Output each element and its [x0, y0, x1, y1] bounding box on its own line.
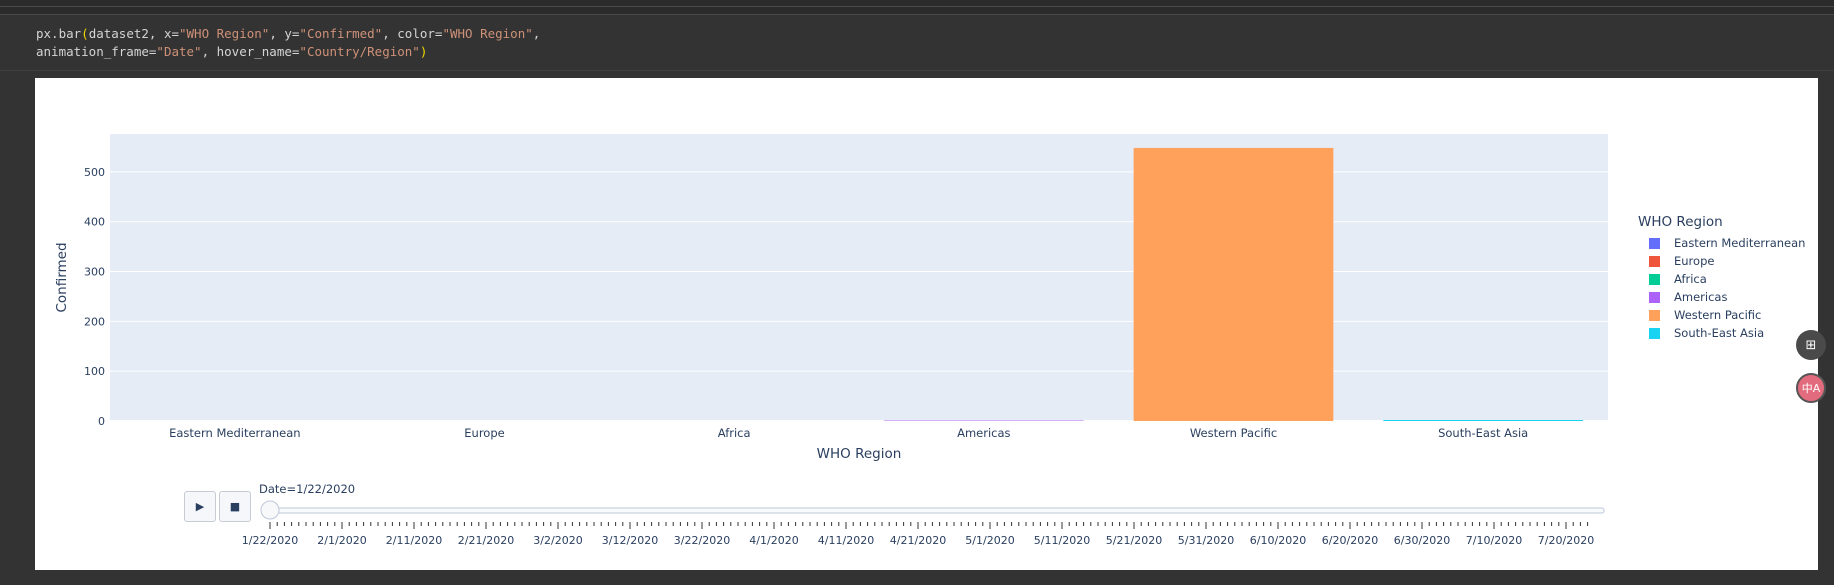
- translate-float-button[interactable]: 中A: [1796, 373, 1826, 403]
- slider-date-label: 6/20/2020: [1322, 534, 1378, 547]
- code-paren: ): [420, 44, 428, 59]
- slider-date-label: 3/22/2020: [674, 534, 730, 547]
- apps-float-button[interactable]: ⊞: [1796, 330, 1826, 360]
- output-area: 0100200300400500Eastern MediterraneanEur…: [35, 78, 1818, 570]
- code-arg: animation_frame=: [36, 44, 156, 59]
- slider-date-label: 5/11/2020: [1034, 534, 1090, 547]
- slider-date-label: 1/22/2020: [242, 534, 298, 547]
- slider-date-label: 6/30/2020: [1394, 534, 1450, 547]
- code-arg: , color=: [382, 26, 442, 41]
- code-string: "WHO Region": [179, 26, 269, 41]
- cell-separator: [0, 70, 1834, 71]
- slider-date-label: 5/1/2020: [965, 534, 1014, 547]
- slider-date-label: 2/11/2020: [386, 534, 442, 547]
- code-arg: dataset2, x=: [89, 26, 179, 41]
- code-paren: (: [81, 26, 89, 41]
- slider-date-label: 7/20/2020: [1538, 534, 1594, 547]
- code-string: "WHO Region": [442, 26, 532, 41]
- slider-date-label: 3/2/2020: [533, 534, 582, 547]
- slider-handle[interactable]: [261, 501, 279, 519]
- translate-icon: 中A: [1802, 380, 1821, 396]
- slider-date-label: 3/12/2020: [602, 534, 658, 547]
- slider-date-label: 2/1/2020: [317, 534, 366, 547]
- apps-icon: ⊞: [1806, 338, 1817, 353]
- slider-date-label: 6/10/2020: [1250, 534, 1306, 547]
- slider-date-label: 4/1/2020: [749, 534, 798, 547]
- code-arg: ,: [533, 26, 541, 41]
- slider-date-label: 5/31/2020: [1178, 534, 1234, 547]
- previous-cell-edge: [0, 0, 1834, 7]
- code-fn: px.bar: [36, 26, 81, 41]
- slider-date-label: 2/21/2020: [458, 534, 514, 547]
- slider-date-label: 5/21/2020: [1106, 534, 1162, 547]
- date-slider[interactable]: 1/22/2020 2/1/2020 2/11/2020 2/21/2020 3/2/2…: [35, 78, 1818, 570]
- code-arg: , hover_name=: [202, 44, 300, 59]
- code-editor[interactable]: px.bar(dataset2, x="WHO Region", y="Conf…: [36, 25, 540, 61]
- slider-date-label: 4/11/2020: [818, 534, 874, 547]
- slider-date-label: 7/10/2020: [1466, 534, 1522, 547]
- slider-date-label: 4/21/2020: [890, 534, 946, 547]
- code-string: "Date": [156, 44, 201, 59]
- slider-rail[interactable]: [264, 508, 1604, 513]
- code-arg: , y=: [269, 26, 299, 41]
- code-string: "Country/Region": [299, 44, 419, 59]
- code-string: "Confirmed": [299, 26, 382, 41]
